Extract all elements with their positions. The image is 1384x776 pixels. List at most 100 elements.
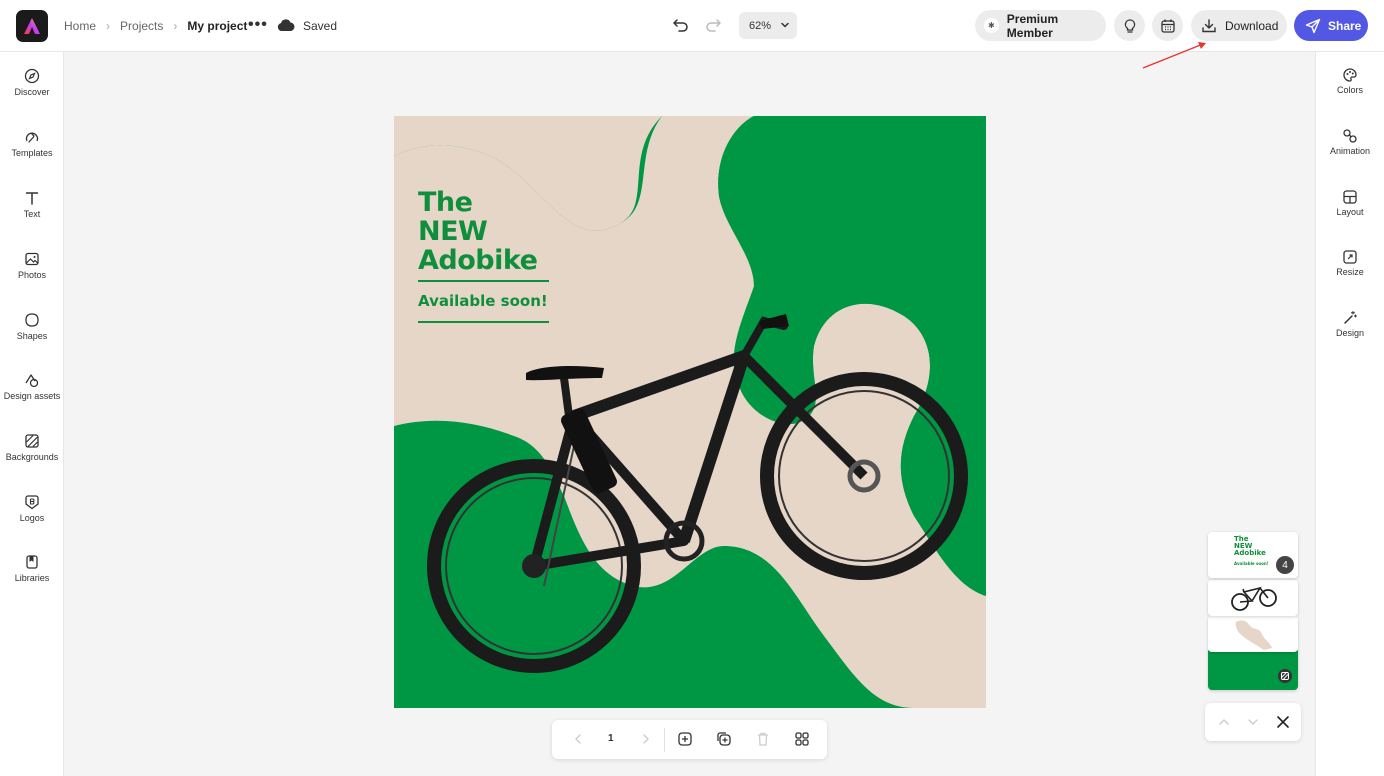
sidebar-item-layout[interactable]: Layout xyxy=(1316,189,1384,239)
chevron-right-icon: › xyxy=(173,19,178,33)
grid-view-icon[interactable] xyxy=(794,731,810,747)
sidebar-item-photos[interactable]: Photos xyxy=(0,251,64,301)
duplicate-page-icon[interactable] xyxy=(716,731,732,747)
layer-image[interactable] xyxy=(1208,580,1298,616)
left-sidebar: Discover Templates Text Photos Shapes De… xyxy=(0,52,64,776)
sidebar-item-label: Colors xyxy=(1336,85,1363,95)
sidebar-item-label: Design assets xyxy=(3,391,61,401)
premium-member-button[interactable]: ✱ Premium Member xyxy=(975,10,1106,41)
sidebar-item-label: Design xyxy=(1335,328,1364,338)
breadcrumb-home[interactable]: Home xyxy=(64,19,96,33)
sidebar-item-text[interactable]: Text xyxy=(0,190,64,240)
sidebar-item-label: Discover xyxy=(14,87,50,97)
calendar-icon xyxy=(1160,19,1175,33)
logo-icon xyxy=(25,495,39,510)
breadcrumb-projects[interactable]: Projects xyxy=(120,19,163,33)
sidebar-item-label: Libraries xyxy=(14,573,50,583)
palette-icon xyxy=(1343,68,1357,82)
lightbulb-icon xyxy=(1124,18,1135,33)
sidebar-item-label: Animation xyxy=(1329,146,1371,156)
sidebar-item-label: Backgrounds xyxy=(5,452,59,462)
design-canvas[interactable]: The NEW Adobike Available soon! xyxy=(394,116,986,708)
right-sidebar: Colors Animation Layout Resize Design xyxy=(1315,52,1384,776)
divider-line xyxy=(418,280,549,282)
headline-line: NEW xyxy=(418,216,488,247)
backgrounds-icon xyxy=(1278,669,1292,683)
sidebar-item-label: Templates xyxy=(11,148,53,158)
schedule-button[interactable] xyxy=(1152,10,1183,41)
sidebar-item-discover[interactable]: Discover xyxy=(0,68,64,118)
sidebar-item-label: Layout xyxy=(1336,207,1364,217)
zoom-select[interactable]: 62% xyxy=(739,12,797,39)
sidebar-item-backgrounds[interactable]: Backgrounds xyxy=(0,433,64,483)
sidebar-item-label: Photos xyxy=(17,270,47,280)
download-label: Download xyxy=(1225,18,1279,33)
trash-icon[interactable] xyxy=(755,731,771,747)
layer-shape[interactable] xyxy=(1208,616,1298,652)
page-number: 1 xyxy=(608,733,614,744)
chevron-right-icon[interactable] xyxy=(640,731,652,747)
close-icon[interactable] xyxy=(1275,714,1291,730)
magic-wand-icon xyxy=(1344,310,1358,324)
lightbulb-button[interactable] xyxy=(1114,10,1145,41)
share-label: Share xyxy=(1328,18,1362,33)
crown-icon: ✱ xyxy=(984,18,999,33)
sidebar-item-colors[interactable]: Colors xyxy=(1316,67,1384,117)
bike-thumbnail xyxy=(1231,586,1277,611)
breadcrumb: Home › Projects › My project xyxy=(64,0,247,52)
thumb-headline: The NEW Adobike xyxy=(1234,536,1266,557)
text-icon xyxy=(25,192,39,205)
share-button[interactable]: Share xyxy=(1294,10,1368,41)
chevron-down-icon[interactable] xyxy=(1246,715,1260,729)
shapes-icon xyxy=(25,313,39,327)
sidebar-item-templates[interactable]: Templates xyxy=(0,129,64,179)
cloud-icon xyxy=(277,18,295,36)
sidebar-item-label: Shapes xyxy=(16,331,48,341)
redo-icon[interactable] xyxy=(704,16,722,39)
download-icon xyxy=(1202,18,1216,32)
sidebar-item-label: Text xyxy=(23,209,41,219)
templates-icon xyxy=(25,132,39,143)
headline-line: Adobike xyxy=(418,245,538,276)
download-button[interactable]: Download xyxy=(1191,10,1287,41)
adobe-express-logo[interactable] xyxy=(16,10,48,42)
sidebar-item-logos[interactable]: Logos xyxy=(0,494,64,544)
sidebar-item-label: Logos xyxy=(19,513,45,523)
layers-nav-controls xyxy=(1205,703,1301,741)
animation-icon xyxy=(1343,129,1357,143)
layer-count-badge: 4 xyxy=(1276,556,1294,574)
more-options-icon[interactable]: ••• xyxy=(248,16,268,34)
sidebar-item-libraries[interactable]: Libraries xyxy=(0,554,64,604)
canvas-headline[interactable]: The NEW Adobike xyxy=(418,187,538,276)
add-page-icon[interactable] xyxy=(677,731,693,747)
layer-background[interactable] xyxy=(1208,648,1298,690)
sidebar-item-shapes[interactable]: Shapes xyxy=(0,312,64,362)
resize-icon xyxy=(1343,250,1357,264)
layer-text[interactable]: The NEW Adobike Available soon! 4 xyxy=(1208,532,1298,578)
chevron-left-icon[interactable] xyxy=(572,731,584,747)
sidebar-item-label: Resize xyxy=(1336,267,1364,277)
breadcrumb-current[interactable]: My project xyxy=(187,19,247,33)
undo-icon[interactable] xyxy=(672,16,690,39)
chevron-right-icon: › xyxy=(106,19,111,33)
headline-line: The xyxy=(418,187,473,218)
zoom-value: 62% xyxy=(749,19,772,32)
sidebar-item-design[interactable]: Design xyxy=(1316,310,1384,360)
sidebar-item-animation[interactable]: Animation xyxy=(1316,128,1384,178)
design-assets-icon xyxy=(25,374,39,388)
annotation-arrow xyxy=(1142,42,1206,69)
thumb-subhead: Available soon! xyxy=(1234,561,1269,566)
photo-icon xyxy=(25,252,39,266)
sidebar-item-resize[interactable]: Resize xyxy=(1316,249,1384,299)
page-navigation-bar: 1 xyxy=(552,720,827,759)
layout-icon xyxy=(1343,190,1357,204)
chevron-up-icon[interactable] xyxy=(1217,715,1231,729)
canvas-subhead[interactable]: Available soon! xyxy=(418,292,548,310)
sidebar-item-design-assets[interactable]: Design assets xyxy=(0,372,64,422)
compass-icon xyxy=(24,68,40,84)
send-icon xyxy=(1305,18,1321,33)
thumb-headline-line: Adobike xyxy=(1234,549,1266,557)
libraries-icon xyxy=(26,555,38,569)
save-status: Saved xyxy=(303,19,338,33)
divider-line xyxy=(418,321,549,323)
